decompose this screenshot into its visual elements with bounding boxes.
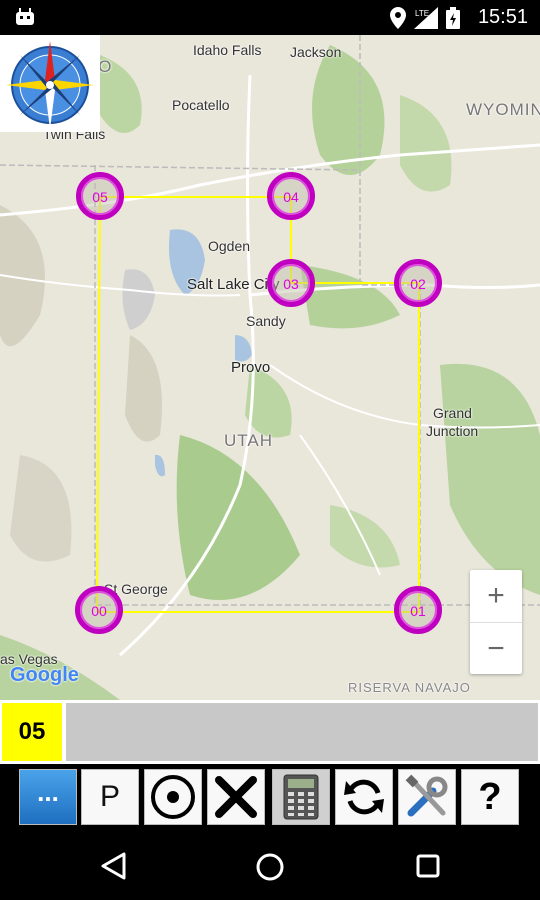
label-jackson: Jackson <box>290 44 342 60</box>
waypoint-04[interactable]: 04 <box>267 172 315 220</box>
clock: 15:51 <box>477 6 528 28</box>
home-icon[interactable] <box>255 852 285 882</box>
signal-icon: LTE <box>414 7 438 29</box>
tools-icon <box>405 774 448 817</box>
label-grand: Grand <box>433 405 472 421</box>
google-logo-text: Google <box>10 664 79 686</box>
delete-button[interactable] <box>207 769 265 825</box>
refresh-button[interactable] <box>335 769 393 825</box>
info-bar <box>66 703 538 761</box>
settings-button[interactable] <box>398 769 456 825</box>
zoom-control: + − <box>470 570 522 674</box>
label-sandy: Sandy <box>246 313 286 329</box>
label-salt-lake-city: Salt Lake City <box>187 276 280 293</box>
menu-button[interactable]: ... <box>19 769 77 825</box>
label-pocatello: Pocatello <box>172 97 230 113</box>
compass-button[interactable] <box>0 35 100 132</box>
zoom-in-button[interactable]: + <box>470 570 522 622</box>
label-ogden: Ogden <box>208 238 251 254</box>
label-wyoming: WYOMING <box>466 100 540 119</box>
waypoint-02[interactable]: 02 <box>394 259 442 307</box>
calculator-icon <box>283 774 319 820</box>
google-logo: Google <box>10 664 79 687</box>
waypoint-counter: 05 <box>2 703 62 761</box>
target-icon <box>151 775 195 819</box>
refresh-icon <box>344 779 384 815</box>
calculator-button[interactable] <box>272 769 330 825</box>
label-provo: Provo <box>231 359 271 376</box>
waypoint-01[interactable]: 01 <box>394 586 442 634</box>
help-button[interactable]: ? <box>461 769 519 825</box>
status-bar: LTE 15:51 <box>0 0 540 35</box>
waypoint-00[interactable]: 00 <box>75 586 123 634</box>
label-utah: UTAH <box>224 431 274 450</box>
parking-label: P <box>99 780 120 813</box>
target-button[interactable] <box>144 769 202 825</box>
back-icon[interactable] <box>100 852 126 880</box>
label-junction: Junction <box>426 423 479 439</box>
android-nav-bar <box>0 830 540 900</box>
help-label: ? <box>478 775 502 818</box>
compass-icon <box>6 41 94 129</box>
battery-icon <box>446 7 460 29</box>
zoom-out-button[interactable]: − <box>470 623 522 675</box>
svg-text:LTE: LTE <box>415 9 429 18</box>
waypoint-03[interactable]: 03 <box>267 259 315 307</box>
menu-dots: ... <box>37 777 59 807</box>
waypoint-05[interactable]: 05 <box>76 172 124 220</box>
location-icon <box>390 7 406 29</box>
android-icon <box>16 8 34 25</box>
recents-icon[interactable] <box>416 854 440 878</box>
parking-button[interactable]: P <box>81 769 139 825</box>
close-icon <box>215 776 257 818</box>
label-navajo: RISERVA NAVAJO <box>348 680 471 695</box>
label-idaho-falls: Idaho Falls <box>193 42 262 58</box>
